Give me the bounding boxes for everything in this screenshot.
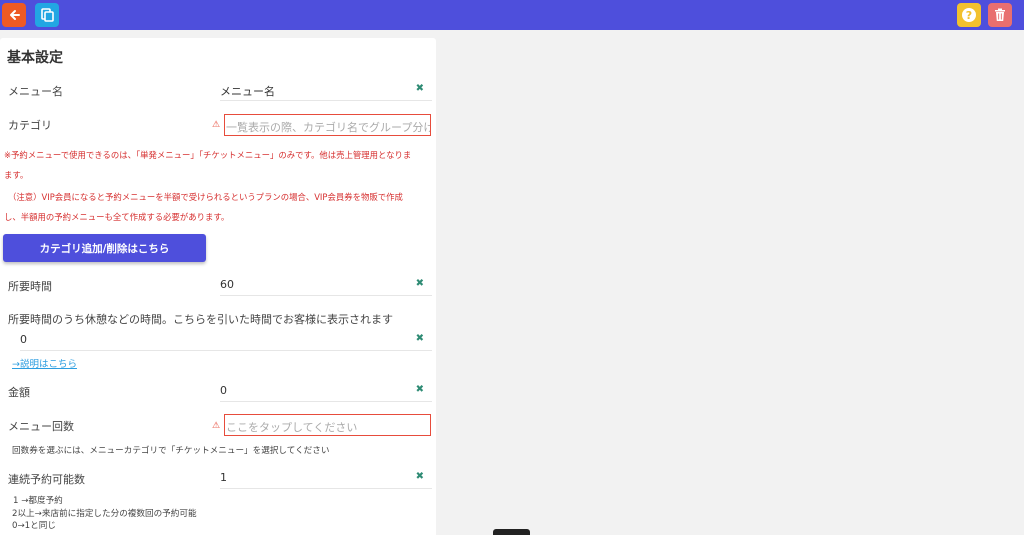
menu-name-input[interactable]: メニュー名 ✖	[220, 79, 432, 101]
category-edit-button[interactable]: カテゴリ追加/削除はこちら	[3, 234, 206, 262]
copy-button[interactable]	[35, 3, 59, 27]
question-icon: ?	[962, 8, 976, 22]
basic-settings-panel: 基本設定 メニュー名 メニュー名 ✖ カテゴリ ⚠ 一覧表示の際、カテゴリ名でグ…	[0, 38, 436, 535]
consecutive-input[interactable]: 1 ✖	[220, 467, 432, 489]
arrow-left-icon	[10, 10, 20, 20]
copy-icon	[41, 8, 54, 22]
top-toolbar: ?	[0, 0, 1024, 30]
price-value: 0	[220, 384, 227, 397]
consecutive-label: 連続予約可能数	[8, 473, 85, 486]
consecutive-value: 1	[220, 471, 227, 484]
section-title: 基本設定	[7, 50, 63, 66]
break-time-input[interactable]: 0 ✖	[20, 329, 432, 351]
price-input[interactable]: 0 ✖	[220, 380, 432, 402]
help-button[interactable]: ?	[957, 3, 981, 27]
duration-label: 所要時間	[8, 280, 52, 293]
consecutive-note-line2: 2以上→来店前に指定した分の複数回の予約可能	[12, 509, 197, 519]
duration-input[interactable]: 60 ✖	[220, 274, 432, 296]
menu-count-note: 回数券を選ぶには、メニューカテゴリで「チケットメニュー」を選択してください	[12, 446, 330, 456]
clear-break-time-icon[interactable]: ✖	[416, 333, 424, 344]
menu-name-value: メニュー名	[220, 85, 275, 98]
clear-price-icon[interactable]: ✖	[416, 384, 424, 395]
break-time-value: 0	[20, 333, 27, 346]
reservation-note-line2: ます。	[4, 170, 29, 180]
vip-note-line2: し、半額用の予約メニューも全て作成する必要があります。	[4, 212, 230, 222]
reservation-note-line1: ※予約メニューで使用できるのは、「単発メニュー」「チケットメニュー」のみです。他…	[4, 150, 412, 160]
menu-count-label: メニュー回数	[8, 420, 74, 433]
consecutive-note-line3: 0→1と同じ	[12, 521, 56, 531]
duration-value: 60	[220, 278, 234, 291]
vip-note-line1: （注意）VIP会員になると予約メニューを半額で受けられるというプランの場合、VI…	[8, 192, 403, 202]
menu-count-input[interactable]: ここをタップしてください	[224, 414, 431, 436]
clear-menu-name-icon[interactable]: ✖	[416, 83, 424, 94]
delete-button[interactable]	[988, 3, 1012, 27]
scroll-handle[interactable]	[493, 529, 530, 535]
back-button[interactable]	[2, 3, 26, 27]
menu-count-warning-icon: ⚠	[212, 421, 221, 431]
price-label: 金額	[8, 386, 30, 399]
explain-link[interactable]: →説明はこちら	[12, 356, 77, 370]
category-input[interactable]: 一覧表示の際、カテゴリ名でグループ分け	[224, 114, 431, 136]
category-warning-icon: ⚠	[212, 120, 221, 130]
clear-consecutive-icon[interactable]: ✖	[416, 471, 424, 482]
category-label: カテゴリ	[8, 119, 52, 132]
consecutive-note-line1: 1 →都度予約	[13, 496, 63, 506]
trash-icon	[995, 8, 1005, 21]
menu-name-label: メニュー名	[8, 85, 63, 98]
clear-duration-icon[interactable]: ✖	[416, 278, 424, 289]
break-time-label: 所要時間のうち休憩などの時間。こちらを引いた時間でお客様に表示されます	[8, 313, 393, 326]
